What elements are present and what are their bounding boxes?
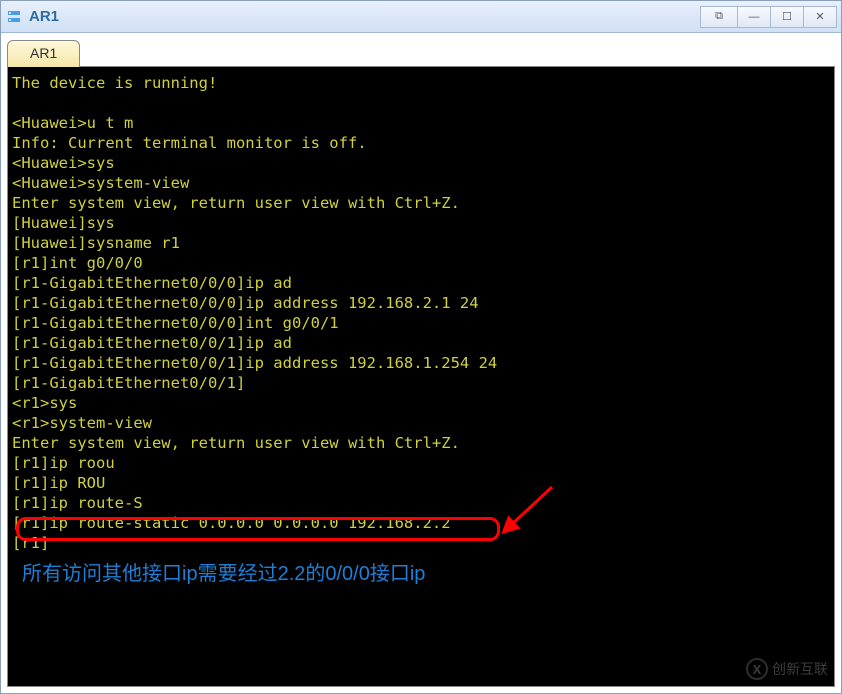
terminal-line: <r1>system-view xyxy=(12,413,830,433)
terminal-line: Enter system view, return user view with… xyxy=(12,433,830,453)
terminal-line: Info: Current terminal monitor is off. xyxy=(12,133,830,153)
terminal-line: [r1]int g0/0/0 xyxy=(12,253,830,273)
terminal-line: [r1] xyxy=(12,533,830,553)
terminal-line: <r1>sys xyxy=(12,393,830,413)
terminal-line: [Huawei]sys xyxy=(12,213,830,233)
terminal-line: <Huawei>system-view xyxy=(12,173,830,193)
app-window: AR1 ⧉ — ☐ ✕ AR1 The device is running! <… xyxy=(0,0,842,694)
terminal-line: [r1]ip route-S xyxy=(12,493,830,513)
terminal-line: [r1]ip ROU xyxy=(12,473,830,493)
watermark-brand: 创新互联 xyxy=(772,659,828,679)
watermark-logo-icon: X xyxy=(746,658,768,680)
window-controls: ⧉ — ☐ ✕ xyxy=(701,6,837,28)
tab-row: AR1 xyxy=(7,39,835,67)
terminal-line: [r1-GigabitEthernet0/0/0]ip ad xyxy=(12,273,830,293)
terminal[interactable]: The device is running! <Huawei>u t mInfo… xyxy=(7,67,835,687)
extra-button[interactable]: ⧉ xyxy=(700,6,738,28)
terminal-line: [r1-GigabitEthernet0/0/1]ip address 192.… xyxy=(12,353,830,373)
terminal-line: [r1]ip route-static 0.0.0.0 0.0.0.0 192.… xyxy=(12,513,830,533)
close-button[interactable]: ✕ xyxy=(803,6,837,28)
terminal-line: [r1]ip roou xyxy=(12,453,830,473)
content-area: AR1 The device is running! <Huawei>u t m… xyxy=(1,33,841,693)
terminal-line: <Huawei>u t m xyxy=(12,113,830,133)
maximize-button[interactable]: ☐ xyxy=(770,6,804,28)
watermark: X 创新互联 xyxy=(746,658,828,680)
terminal-line: The device is running! xyxy=(12,73,830,93)
window-title: AR1 xyxy=(29,8,701,25)
terminal-line: Enter system view, return user view with… xyxy=(12,193,830,213)
terminal-line: [r1-GigabitEthernet0/0/1]ip ad xyxy=(12,333,830,353)
terminal-line: <Huawei>sys xyxy=(12,153,830,173)
annotation-text: 所有访问其他接口ip需要经过2.2的0/0/0接口ip xyxy=(22,557,425,586)
terminal-line: [r1-GigabitEthernet0/0/1] xyxy=(12,373,830,393)
terminal-line: [r1-GigabitEthernet0/0/0]ip address 192.… xyxy=(12,293,830,313)
terminal-line xyxy=(12,93,830,113)
minimize-button[interactable]: — xyxy=(737,6,771,28)
terminal-line: [r1-GigabitEthernet0/0/0]int g0/0/1 xyxy=(12,313,830,333)
tab-ar1[interactable]: AR1 xyxy=(7,40,80,67)
titlebar[interactable]: AR1 ⧉ — ☐ ✕ xyxy=(1,1,841,33)
terminal-line: [Huawei]sysname r1 xyxy=(12,233,830,253)
app-icon xyxy=(5,8,23,26)
